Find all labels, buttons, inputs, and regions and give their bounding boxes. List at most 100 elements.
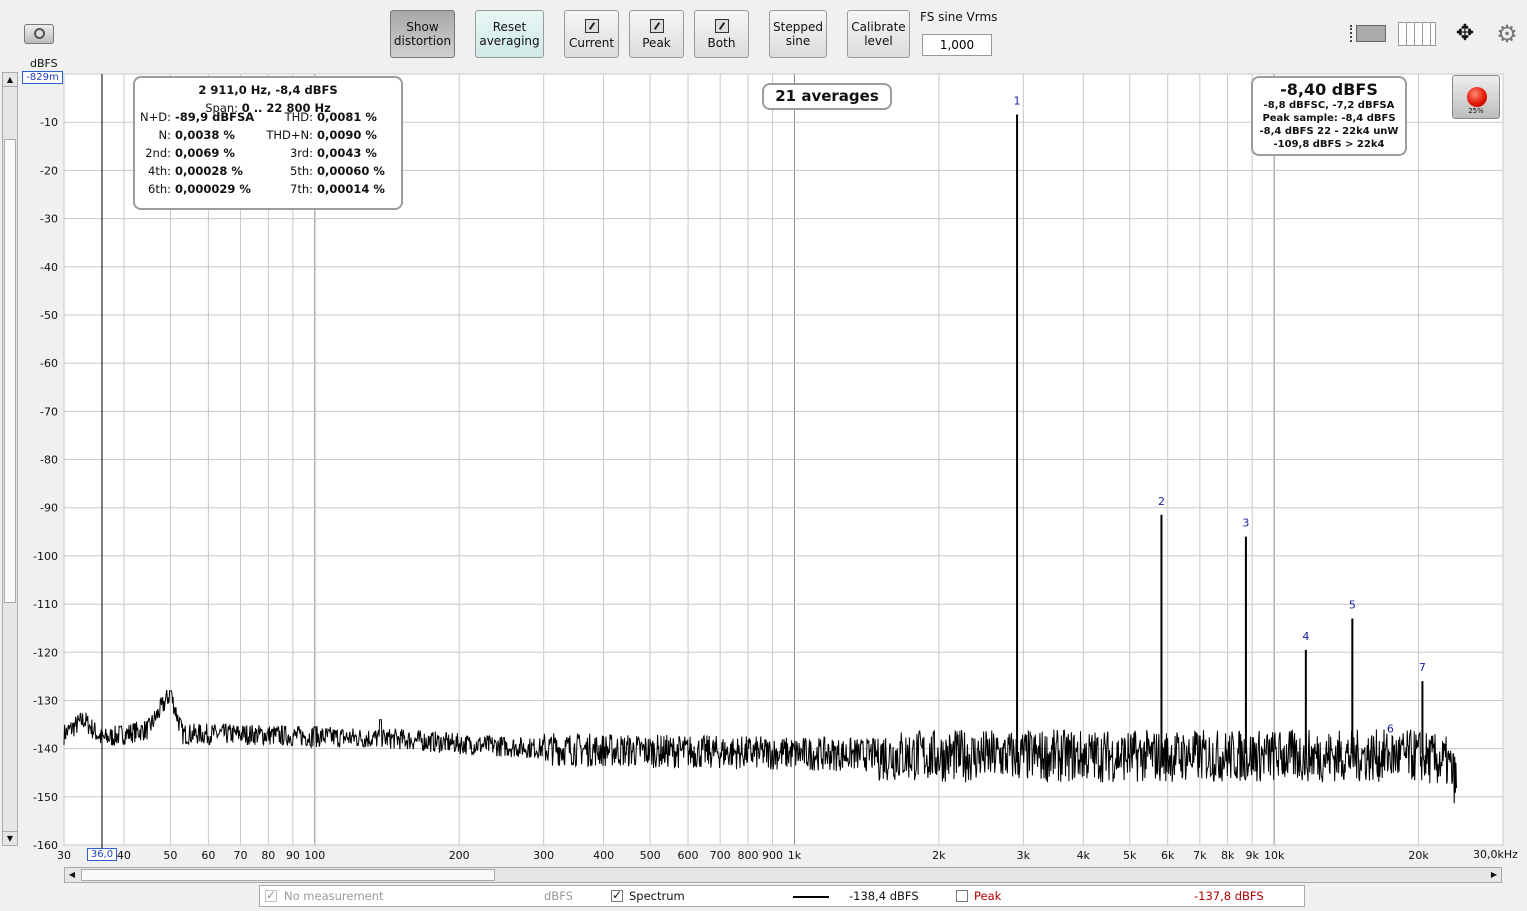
- harmonic-label: 4: [1302, 630, 1309, 643]
- distortion-label: THD:: [284, 110, 313, 124]
- x-tick-label: 5k: [1123, 849, 1137, 862]
- peak-label: Peak: [974, 889, 1002, 903]
- distortion-header: 2 911,0 Hz, -8,4 dBFS: [198, 83, 338, 97]
- distortion-label: 7th:: [290, 182, 313, 196]
- no-measurement-label: No measurement: [284, 889, 384, 903]
- distortion-value: 0,00028 %: [175, 164, 243, 178]
- harmonic-label: 2: [1158, 495, 1165, 508]
- record-percent: 25%: [1468, 107, 1484, 115]
- y-tick-labels: -10 -20 -30 -40 -50 -60 -70 -80 -90 -100 -110 -120 -…: [33, 116, 58, 852]
- distortion-label: 2nd:: [145, 146, 171, 160]
- hscroll-left-arrow[interactable]: ◀: [65, 868, 79, 882]
- x-tick-label: 2k: [932, 849, 946, 862]
- y-tick-label: -80: [40, 454, 58, 467]
- distortion-label: 5th:: [290, 164, 313, 178]
- harmonic-label: 5: [1349, 599, 1356, 612]
- y-tick-label: -10: [40, 116, 58, 129]
- y-tick-label: -120: [33, 646, 58, 659]
- distortion-panel: 2 911,0 Hz, -8,4 dBFS Span: 0 .. 22 800 …: [133, 76, 403, 210]
- distortion-value: 0,0038 %: [175, 128, 235, 142]
- x-tick-label: 400: [593, 849, 614, 862]
- averages-label: 21 averages: [775, 87, 879, 105]
- y-tick-label: -30: [40, 213, 58, 226]
- x-tick-label: 10k: [1264, 849, 1285, 862]
- harmonic-label: 6: [1387, 723, 1394, 736]
- distortion-row: N: 0,0038 % THD+N: 0,0090 %: [139, 126, 399, 144]
- no-measurement-unit: dBFS: [544, 889, 573, 903]
- level-line-1: -8,8 dBFSC, -7,2 dBFSA: [1263, 100, 1395, 111]
- y-tick-label: -160: [33, 839, 58, 852]
- harmonic-label: 1: [1014, 94, 1021, 107]
- hscroll-thumb[interactable]: [81, 869, 495, 881]
- harmonic-label: 3: [1242, 517, 1249, 530]
- harmonic-label: 7: [1419, 661, 1426, 674]
- y-tick-label: -150: [33, 791, 58, 804]
- x-tick-label: 1k: [788, 849, 802, 862]
- x-tick-label: 500: [640, 849, 661, 862]
- x-tick-label: 900: [762, 849, 783, 862]
- x-tick-label: 20k: [1408, 849, 1429, 862]
- distortion-value: 0,0043 %: [317, 146, 377, 160]
- distortion-value: 0,0069 %: [175, 146, 235, 160]
- x-tick-label: 40: [117, 849, 131, 862]
- level-line-4: -109,8 dBFS > 22k4: [1273, 139, 1385, 150]
- record-button[interactable]: 25%: [1452, 75, 1500, 119]
- x-tick-label: 600: [678, 849, 699, 862]
- x-tick-label: 70: [234, 849, 248, 862]
- x-tick-label: 300: [533, 849, 554, 862]
- spectrum-line-swatch: [793, 896, 829, 898]
- x-tick-label: 7k: [1193, 849, 1207, 862]
- x-tick-label: 30: [57, 849, 71, 862]
- hscroll-right-arrow[interactable]: ▶: [1487, 868, 1501, 882]
- distortion-row: N+D: -89,9 dBFSA THD: 0,0081 %: [139, 108, 399, 126]
- distortion-value: 0,000029 %: [175, 182, 251, 196]
- x-tick-label: 4k: [1077, 849, 1091, 862]
- x-tick-label: 50: [163, 849, 177, 862]
- spectrum-label: Spectrum: [629, 889, 685, 903]
- distortion-label: N+D:: [140, 110, 171, 124]
- x-tick-label: 3k: [1017, 849, 1031, 862]
- distortion-value: 0,00060 %: [317, 164, 385, 178]
- legend-bar: No measurement dBFS Spectrum -138,4 dBFS…: [259, 885, 1305, 907]
- x-tick-label: 80: [261, 849, 275, 862]
- y-tick-label: -50: [40, 309, 58, 322]
- spectrum-value: -138,4 dBFS: [849, 889, 919, 903]
- y-tick-label: -90: [40, 502, 58, 515]
- x-axis-end-label: 30,0kHz: [1473, 848, 1518, 861]
- level-main: -8,40 dBFS: [1280, 80, 1378, 99]
- x-tick-label: 100: [304, 849, 325, 862]
- horizontal-scrollbar[interactable]: ◀ ▶: [64, 867, 1502, 883]
- averages-badge: 21 averages: [762, 83, 892, 110]
- x-tick-label: 90: [286, 849, 300, 862]
- x-tick-label: 200: [449, 849, 470, 862]
- y-tick-label: -70: [40, 405, 58, 418]
- peak-value: -137,8 dBFS: [1194, 889, 1264, 903]
- x-tick-label: 8k: [1221, 849, 1235, 862]
- distortion-label: 6th:: [148, 182, 171, 196]
- distortion-table: N+D: -89,9 dBFSA THD: 0,0081 % N: 0,0038 % THD…: [139, 108, 399, 198]
- level-panel: -8,40 dBFS -8,8 dBFSC, -7,2 dBFSA Peak s…: [1251, 76, 1407, 156]
- distortion-label: 4th:: [148, 164, 171, 178]
- peak-checkbox[interactable]: [956, 890, 968, 902]
- y-tick-label: -130: [33, 694, 58, 707]
- x-tick-label: 60: [201, 849, 215, 862]
- spectrum-checkbox[interactable]: [611, 888, 623, 902]
- distortion-label: N:: [158, 128, 171, 142]
- distortion-row: 6th: 0,000029 % 7th: 0,00014 %: [139, 180, 399, 198]
- x-tick-label: 6k: [1161, 849, 1175, 862]
- no-measurement-checkbox[interactable]: [265, 888, 277, 902]
- distortion-value: -89,9 dBFSA: [175, 110, 255, 124]
- level-line-3: -8,4 dBFS 22 - 22k4 unW: [1259, 126, 1399, 137]
- y-tick-label: -100: [33, 550, 58, 563]
- y-tick-label: -140: [33, 743, 58, 756]
- x-tick-label: 700: [710, 849, 731, 862]
- x-tick-labels: 30 40 50 60 70 80 90 100 200 300 400 500 600 700 800 90…: [57, 849, 1429, 862]
- distortion-row: 2nd: 0,0069 % 3rd: 0,0043 %: [139, 144, 399, 162]
- x-cursor-readout[interactable]: 36,0: [87, 848, 117, 861]
- x-tick-label: 800: [737, 849, 758, 862]
- y-tick-label: -60: [40, 357, 58, 370]
- distortion-value: 0,0081 %: [317, 110, 377, 124]
- y-tick-label: -20: [40, 164, 58, 177]
- distortion-label: THD+N:: [266, 128, 313, 142]
- y-tick-label: -40: [40, 261, 58, 274]
